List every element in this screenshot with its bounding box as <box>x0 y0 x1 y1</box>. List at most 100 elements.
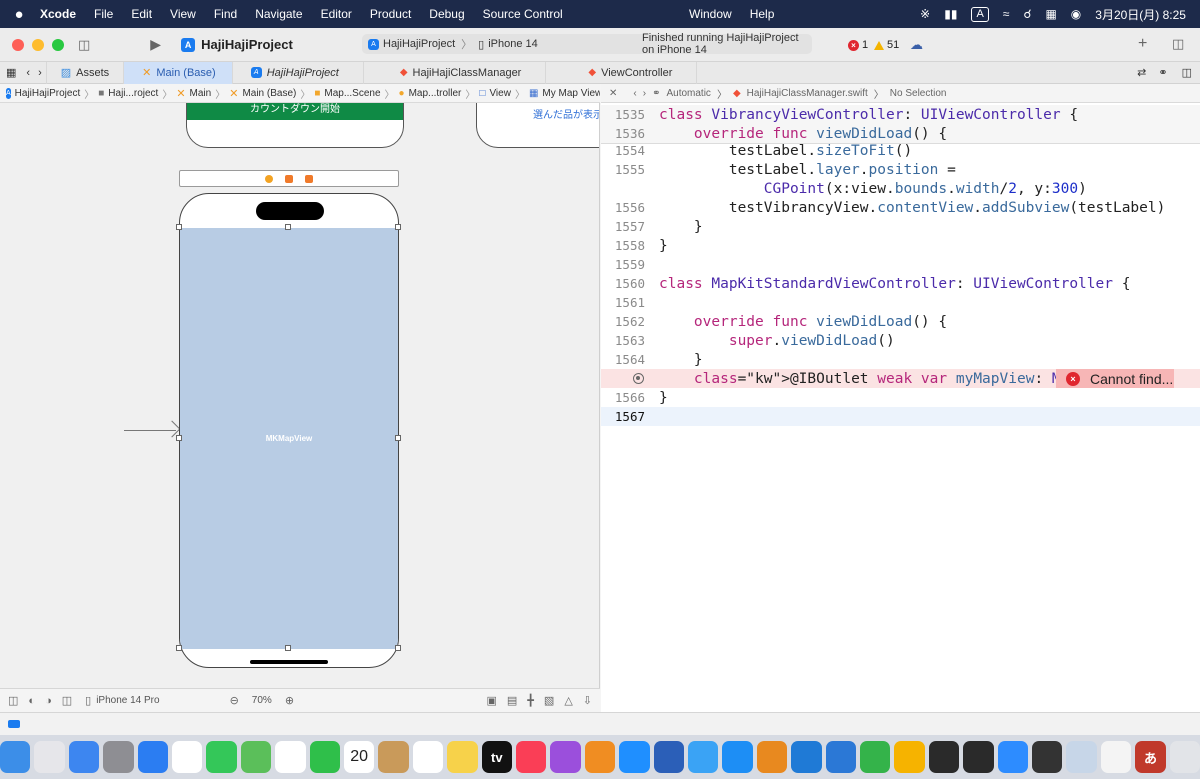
storyboard-canvas[interactable]: カウントダウン開始 選んだ品が表示 MKMapView <box>0 103 600 688</box>
device-selector[interactable]: iPhone 14 Pro <box>96 695 159 706</box>
kana-icon[interactable]: あ <box>1135 741 1166 773</box>
code-text[interactable]: class VibrancyViewController: UIViewCont… <box>659 107 1078 123</box>
tab-viewcontroller[interactable]: ◆ ViewController <box>546 61 698 84</box>
menu-find[interactable]: Find <box>205 7 246 21</box>
resize-handle[interactable] <box>395 224 401 230</box>
debug-area-toggle-icon[interactable] <box>8 720 20 728</box>
breadcrumb-file[interactable]: HajiHajiClassManager.swift <box>747 88 868 99</box>
close-editor-icon[interactable]: ✕ <box>609 88 617 99</box>
tab-assets[interactable]: ▨ Assets <box>47 61 125 84</box>
code-text[interactable]: super.viewDidLoad() <box>659 333 895 349</box>
zoom-window-button[interactable] <box>52 38 64 51</box>
breadcrumb-view[interactable]: View <box>489 88 511 99</box>
line-number[interactable]: 1555 <box>601 162 645 177</box>
inline-error-badge[interactable]: × Cannot find... <box>1056 369 1174 388</box>
input-source-indicator[interactable]: A <box>971 6 989 22</box>
menubar-clock[interactable]: 3月20日(月) 8:25 <box>1095 6 1186 23</box>
menu-source-control[interactable]: Source Control <box>474 7 572 21</box>
menu-edit[interactable]: Edit <box>122 7 161 21</box>
exit-icon[interactable] <box>305 174 313 183</box>
add-constraints-icon[interactable]: ▧ <box>544 694 554 707</box>
scene-countdown[interactable]: カウントダウン開始 <box>186 103 404 148</box>
line-number[interactable]: 1536 <box>601 126 645 141</box>
resize-handle[interactable] <box>395 435 401 441</box>
add-library-icon[interactable]: + <box>1138 35 1147 53</box>
cloud-icon[interactable]: ☁ <box>910 37 923 53</box>
trash-icon[interactable] <box>1169 741 1200 773</box>
control-center-icon[interactable]: ▦ <box>1045 7 1056 21</box>
code-text[interactable]: } <box>659 238 668 254</box>
terminal-icon[interactable] <box>963 741 994 773</box>
code-text[interactable]: override func viewDidLoad() { <box>659 126 947 142</box>
inspector-toggle-icon[interactable]: ◫ <box>1172 36 1184 52</box>
resize-handle[interactable] <box>176 645 182 651</box>
split-editor-icon[interactable]: ◫ <box>1174 62 1200 84</box>
code-line[interactable]: 1558} <box>601 236 1200 255</box>
code-line[interactable]: CGPoint(x:view.bounds.width/2, y:300) <box>601 179 1200 198</box>
menu-editor[interactable]: Editor <box>312 7 361 21</box>
breadcrumb-project[interactable]: HajiHajiProject <box>15 88 81 99</box>
line-number[interactable]: 1562 <box>601 314 645 329</box>
tab-main-base[interactable]: ✕ Main (Base) <box>124 61 233 84</box>
chrome-icon[interactable] <box>171 741 203 773</box>
code-line[interactable]: 1561 <box>601 293 1200 312</box>
resolve-issues-icon[interactable]: △ <box>564 694 572 707</box>
line-number[interactable]: 1566 <box>601 390 645 405</box>
appearance-icon[interactable]: ◐ <box>28 695 35 707</box>
refresh-icon[interactable]: ⇄ <box>1131 62 1152 84</box>
zoom-level[interactable]: 70% <box>252 695 272 706</box>
breadcrumb-selection[interactable]: No Selection <box>890 88 947 99</box>
mail-icon[interactable] <box>68 741 100 773</box>
forward-chevron-icon[interactable]: › <box>34 61 47 84</box>
menu-file[interactable]: File <box>85 7 122 21</box>
orientation-icon[interactable]: ◫ <box>62 694 72 707</box>
update-frames-icon[interactable]: ▣ <box>486 694 496 707</box>
related-items-icon[interactable]: ⚭ <box>652 88 660 99</box>
close-window-button[interactable] <box>12 38 24 51</box>
line-number[interactable]: 1561 <box>601 295 645 310</box>
scheme-name[interactable]: HajiHajiProject <box>383 38 455 50</box>
menu-app-xcode[interactable]: Xcode <box>38 7 85 21</box>
scene-dock-bar[interactable] <box>179 170 399 187</box>
code-line[interactable]: 1567 <box>601 407 1200 426</box>
code-text[interactable]: testVibrancyView.contentView.addSubview(… <box>659 200 1166 216</box>
countdown-start-button[interactable]: カウントダウン開始 <box>187 103 403 120</box>
forward-chevron-icon[interactable]: › <box>643 88 646 99</box>
menu-window[interactable]: Window <box>680 7 741 21</box>
code-line[interactable]: 1562 override func viewDidLoad() { <box>601 312 1200 331</box>
tv-icon[interactable]: tv <box>481 741 512 773</box>
code-line[interactable]: 1566} <box>601 388 1200 407</box>
run-button[interactable]: ▶ <box>150 36 161 53</box>
siri-icon[interactable]: ◉ <box>1071 7 1081 21</box>
line-number[interactable]: 1559 <box>601 257 645 272</box>
line-number[interactable]: 1556 <box>601 200 645 215</box>
mk-map-view[interactable]: MKMapView <box>180 228 398 649</box>
breadcrumb-controller[interactable]: Map...troller <box>409 88 462 99</box>
line-number[interactable]: 1554 <box>601 143 645 158</box>
battery-icon[interactable]: ▮▮ <box>944 7 957 21</box>
code-text[interactable]: } <box>659 352 703 368</box>
code-line[interactable]: 1557 } <box>601 217 1200 236</box>
menu-view[interactable]: View <box>161 7 205 21</box>
wifi-icon[interactable]: ≈ <box>1003 7 1010 21</box>
scheme-status-bar[interactable]: A HajiHajiProject 〉 ▯ iPhone 14 Finished… <box>362 32 812 56</box>
run-destination[interactable]: iPhone 14 <box>488 38 538 50</box>
code-line[interactable]: 1560 class MapKitStandardViewController: … <box>601 274 1200 293</box>
code-line[interactable]: class="kw">@IBOutlet weak var myMapView:… <box>601 369 1200 388</box>
tab-hajihajiproject[interactable]: A HajiHajiProject <box>233 61 364 84</box>
code-editor[interactable]: 1535 class VibrancyViewController: UIView… <box>601 103 1200 712</box>
podcasts-icon[interactable] <box>550 741 581 773</box>
system-settings-icon[interactable] <box>103 741 134 773</box>
testflight-icon[interactable] <box>688 741 719 773</box>
error-count-badge[interactable]: × 1 <box>848 39 868 51</box>
breadcrumb-scene[interactable]: Map...Scene <box>324 88 380 99</box>
code-text[interactable]: testLabel.sizeToFit() <box>659 143 912 159</box>
breadcrumb-main[interactable]: Main <box>190 88 212 99</box>
music-icon[interactable] <box>515 741 547 773</box>
line-number[interactable]: 1535 <box>601 107 645 122</box>
embed-in-icon[interactable]: ▤ <box>507 694 517 707</box>
view-controller-icon[interactable] <box>265 174 273 183</box>
numbers-icon[interactable] <box>860 741 891 773</box>
textedit-icon[interactable] <box>1100 741 1132 773</box>
activity-icon[interactable] <box>928 741 960 773</box>
